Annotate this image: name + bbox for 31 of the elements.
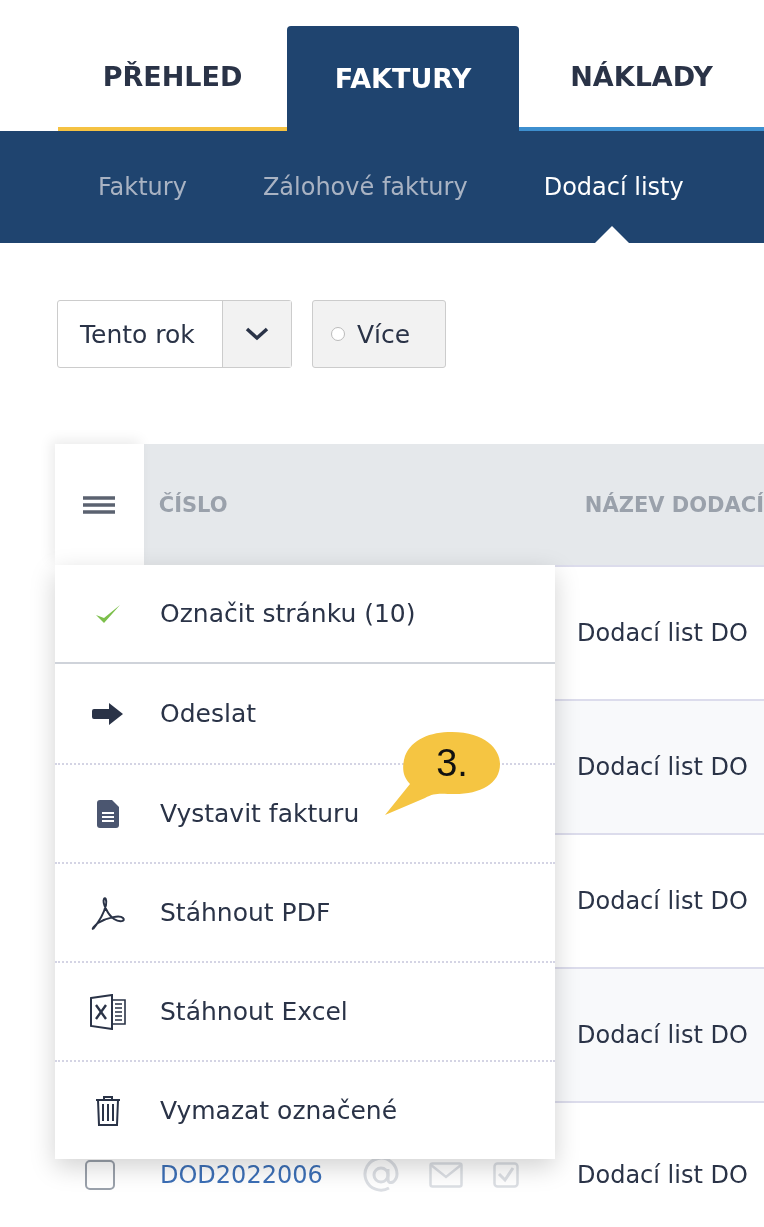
more-button[interactable]: Více: [312, 300, 446, 368]
spreadsheet-icon: [89, 993, 126, 1030]
nav-tab[interactable]: FAKTURY: [287, 26, 519, 131]
menu-item[interactable]: Stáhnout Excel: [55, 993, 348, 1030]
table-cell-text: Dodací list DO: [577, 1160, 748, 1189]
row-checkbox[interactable]: [85, 1160, 115, 1190]
subnav-tab[interactable]: Zálohové faktury: [224, 131, 506, 243]
period-select[interactable]: Tento rok: [57, 300, 292, 368]
at-sign-icon[interactable]: [362, 1157, 399, 1193]
menu-item[interactable]: Označit stránku (10): [55, 599, 416, 628]
chevron-down-icon: [245, 327, 269, 341]
table-cell: Dodací list DO: [577, 1021, 748, 1049]
menu-icon[interactable]: [83, 494, 116, 515]
table-cell: Dodací list DO: [577, 619, 748, 647]
arrow-icon: [91, 702, 124, 725]
document-icon: [96, 799, 119, 828]
menu-item[interactable]: Vymazat označené: [55, 1095, 398, 1126]
menu-item[interactable]: Stáhnout PDF: [55, 894, 331, 931]
trash-icon: [94, 1095, 121, 1126]
menu-item[interactable]: Vystavit fakturu: [55, 799, 360, 828]
checkbox-icon[interactable]: [492, 1162, 519, 1188]
document-number-link[interactable]: DOD2022006: [160, 1161, 323, 1189]
subnav-tab[interactable]: Faktury: [60, 131, 225, 243]
envelope-icon[interactable]: [428, 1162, 463, 1188]
nav-tab[interactable]: PŘEHLED: [58, 26, 287, 127]
nav-tab[interactable]: NÁKLADY: [519, 26, 764, 127]
table-cell: Dodací list DO: [577, 887, 748, 915]
table-cell: Dodací list DO: [577, 753, 748, 781]
subnav-tab[interactable]: Dodací listy: [505, 131, 684, 243]
pdf-icon: [89, 894, 126, 931]
menu-item[interactable]: Odeslat: [55, 699, 257, 728]
